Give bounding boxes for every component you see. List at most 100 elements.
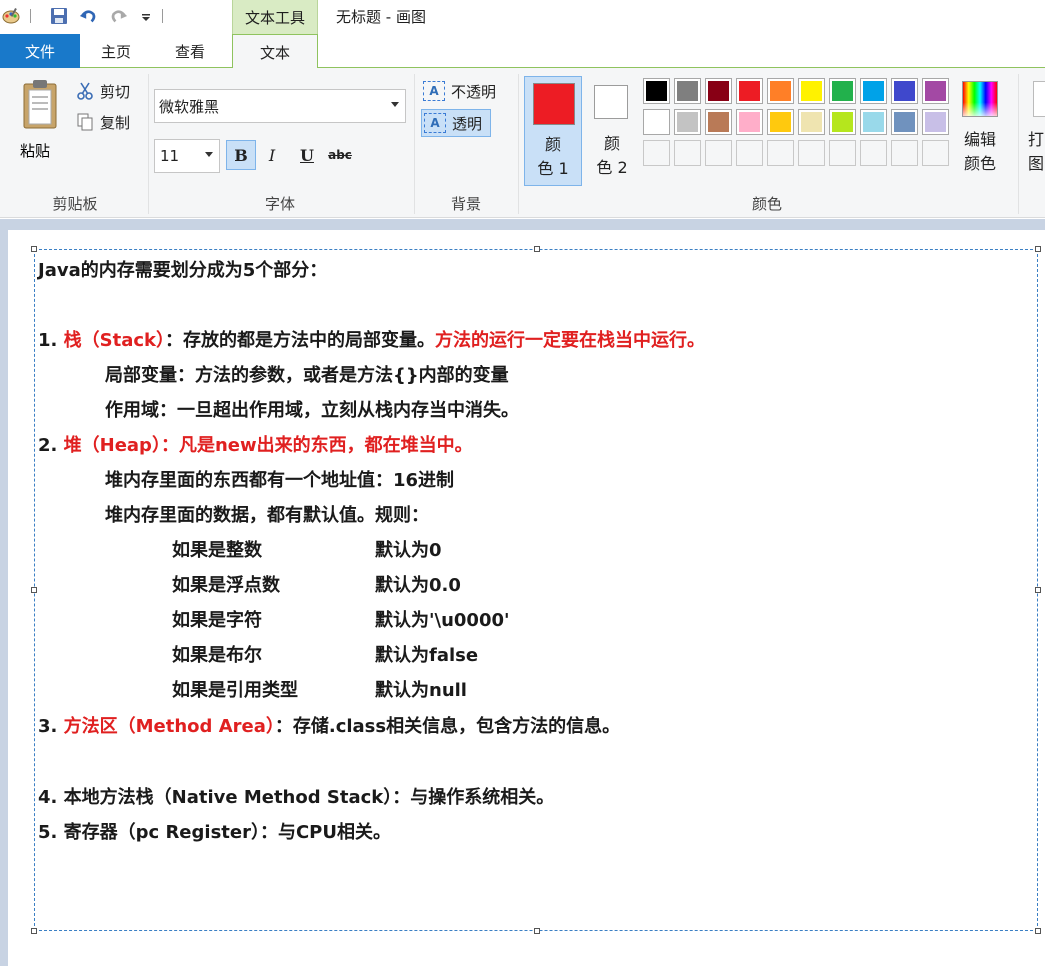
palette-swatch[interactable] (922, 78, 949, 104)
default-type: 如果是布尔 (172, 645, 262, 666)
redo-icon[interactable] (110, 7, 128, 25)
font-family-dropdown[interactable]: 微软雅黑 (154, 89, 406, 123)
palette-swatch[interactable] (767, 109, 794, 135)
resize-handle-n[interactable] (534, 246, 540, 252)
resize-handle-e[interactable] (1035, 587, 1041, 593)
palette-swatch[interactable] (705, 109, 732, 135)
palette-swatch-color (646, 81, 667, 101)
palette-swatch[interactable] (705, 78, 732, 104)
resize-handle-w[interactable] (31, 587, 37, 593)
default-value: 默认为false (375, 645, 479, 666)
colors-group-label: 颜色 (751, 195, 782, 213)
paste-button[interactable]: 粘贴 (14, 78, 60, 160)
custom-color-slot[interactable] (891, 140, 918, 166)
underline-button[interactable]: U (292, 140, 322, 170)
palette-swatch[interactable] (860, 78, 887, 104)
resize-handle-se[interactable] (1035, 928, 1041, 934)
palette-swatch-color (925, 112, 946, 132)
stack-desc: ：存放的都是方法中的局部变量。 (165, 330, 435, 351)
palette-swatch[interactable] (798, 78, 825, 104)
clipboard-icon (23, 80, 57, 129)
edit-colors-button[interactable]: 编辑 颜色 (956, 78, 1004, 182)
palette-swatch-color (894, 112, 915, 132)
group-separator (1018, 74, 1019, 214)
opaque-background-button[interactable]: A 不透明 (421, 77, 511, 105)
default-type: 如果是字符 (172, 610, 262, 631)
undo-icon[interactable] (79, 7, 97, 25)
palette-swatch-color (801, 112, 822, 132)
font-size-dropdown[interactable]: 11 (154, 139, 220, 173)
customize-qat-icon[interactable] (140, 8, 152, 26)
custom-color-slot[interactable] (736, 140, 763, 166)
palette-swatch[interactable] (891, 109, 918, 135)
palette-swatch[interactable] (829, 109, 856, 135)
palette-swatch-color (708, 81, 729, 101)
custom-color-slot[interactable] (643, 140, 670, 166)
custom-color-slot[interactable] (798, 140, 825, 166)
palette-swatch[interactable] (736, 78, 763, 104)
color-1-label-line2: 色 1 (537, 159, 569, 178)
palette-swatch[interactable] (891, 78, 918, 104)
custom-color-slot[interactable] (922, 140, 949, 166)
color-1-button[interactable]: 颜 色 1 (524, 76, 582, 186)
save-icon[interactable] (50, 7, 68, 25)
color-2-button[interactable]: 颜 色 2 (586, 76, 638, 186)
palette-swatch-color (677, 81, 698, 101)
heading-line: Java的内存需要划分成为5个部分： (38, 260, 328, 281)
palette-swatch-color (832, 81, 853, 101)
tab-home[interactable]: 主页 (86, 34, 146, 68)
stack-number: 1. (38, 330, 64, 351)
palette-swatch-color (708, 112, 729, 132)
paint-app-icon[interactable] (2, 7, 20, 25)
resize-handle-sw[interactable] (31, 928, 37, 934)
cut-button[interactable]: 剪切 (76, 80, 130, 102)
tab-view[interactable]: 查看 (156, 34, 224, 68)
default-value: 默认为'\u0000' (375, 610, 510, 631)
edit-colors-label-line2: 颜色 (963, 154, 996, 173)
copy-button[interactable]: 复制 (76, 111, 130, 133)
palette-swatch[interactable] (643, 109, 670, 135)
strikethrough-button[interactable]: abc (325, 140, 355, 170)
custom-color-slot[interactable] (674, 140, 701, 166)
heap-sub-line-2: 堆内存里面的数据，都有默认值。规则： (105, 505, 429, 526)
custom-color-slot[interactable] (860, 140, 887, 166)
color-2-label-line1: 颜 (603, 134, 620, 153)
open-paint3d-button[interactable]: 打 图 (1024, 78, 1045, 182)
resize-handle-nw[interactable] (31, 246, 37, 252)
palette-swatch[interactable] (860, 109, 887, 135)
default-type: 如果是浮点数 (172, 575, 280, 596)
palette-swatch[interactable] (643, 78, 670, 104)
transparent-text-icon: A (424, 113, 446, 133)
chevron-down-icon (391, 102, 399, 107)
custom-color-slot[interactable] (767, 140, 794, 166)
palette-swatch[interactable] (922, 109, 949, 135)
default-value: 默认为0 (375, 540, 442, 561)
custom-color-slot[interactable] (829, 140, 856, 166)
qat-separator (30, 9, 31, 23)
transparent-label: 透明 (452, 114, 483, 133)
text-tools-context-header: 文本工具 (232, 0, 318, 34)
resize-handle-s[interactable] (534, 928, 540, 934)
transparent-background-button[interactable]: A 透明 (421, 109, 491, 137)
custom-color-slot[interactable] (705, 140, 732, 166)
palette-swatch[interactable] (736, 109, 763, 135)
window-title: 无标题 - 画图 (336, 8, 426, 26)
scissors-icon (76, 82, 94, 100)
paint3d-icon (1033, 81, 1045, 117)
palette-swatch-color (677, 112, 698, 132)
palette-swatch[interactable] (829, 78, 856, 104)
italic-button[interactable]: I (257, 140, 287, 170)
color-1-swatch (533, 83, 575, 125)
palette-swatch[interactable] (767, 78, 794, 104)
palette-swatch[interactable] (674, 78, 701, 104)
resize-handle-ne[interactable] (1035, 246, 1041, 252)
palette-swatch-color (894, 81, 915, 101)
palette-swatch-color (801, 81, 822, 101)
bold-button[interactable]: B (226, 140, 256, 170)
palette-swatch[interactable] (674, 109, 701, 135)
tab-file[interactable]: 文件 (0, 34, 80, 68)
tab-text[interactable]: 文本 (232, 34, 318, 69)
color-1-label-line1: 颜 (544, 135, 561, 154)
copy-icon (76, 113, 94, 131)
palette-swatch[interactable] (798, 109, 825, 135)
